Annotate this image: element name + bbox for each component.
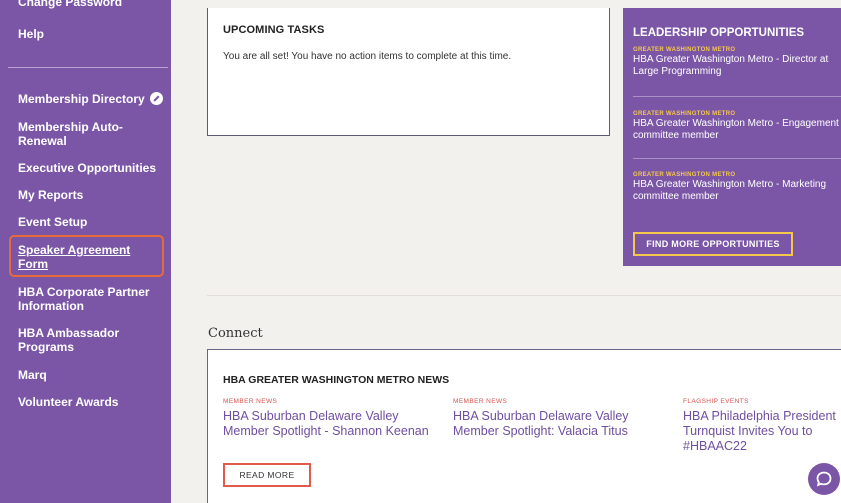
sidebar-item-hba-ambassador-programs[interactable]: HBA Ambassador Programs	[18, 326, 138, 354]
pencil-check-icon	[150, 92, 164, 105]
sidebar-item-change-password[interactable]: Change Password	[18, 0, 168, 9]
sidebar-item-event-setup[interactable]: Event Setup	[18, 215, 168, 229]
opportunity-title: HBA Greater Washington Metro - Marketing…	[633, 179, 827, 202]
opportunity-divider	[633, 96, 841, 97]
sidebar-item-hba-corporate-partner-information[interactable]: HBA Corporate Partner Information	[18, 285, 168, 313]
sidebar-divider	[8, 67, 168, 68]
sidebar-item-marq[interactable]: Marq	[18, 368, 168, 382]
sidebar-item-volunteer-awards[interactable]: Volunteer Awards	[18, 395, 168, 409]
sidebar-item-membership-directory[interactable]: Membership Directory	[18, 92, 168, 106]
sidebar-item-help[interactable]: Help	[18, 27, 168, 41]
sidebar-item-executive-opportunities[interactable]: Executive Opportunities	[18, 161, 168, 175]
chapter-news-title: HBA GREATER WASHINGTON METRO NEWS	[223, 374, 450, 386]
news-category-tag: MEMBER NEWS	[223, 398, 278, 405]
leadership-opportunities-card: LEADERSHIP OPPORTUNITIES GREATER WASHING…	[623, 8, 841, 266]
news-item[interactable]: MEMBER NEWS HBA Suburban Delaware Valley…	[223, 397, 433, 439]
chapter-news-card: HBA GREATER WASHINGTON METRO NEWS MEMBER…	[207, 349, 841, 503]
selection-highlight	[9, 235, 164, 277]
opportunity-chapter-tag: GREATER WASHINGTON METRO	[633, 111, 736, 117]
upcoming-tasks-card: UPCOMING TASKS You are all set! You have…	[207, 8, 610, 136]
leadership-opportunity-item[interactable]: GREATER WASHINGTON METRO HBA Greater Was…	[633, 110, 841, 142]
opportunity-title: HBA Greater Washington Metro - Director …	[633, 54, 829, 77]
news-headline-link[interactable]: HBA Philadelphia President Turnquist Inv…	[683, 409, 841, 454]
opportunity-divider	[633, 158, 841, 159]
chat-bubble-icon[interactable]	[808, 463, 840, 495]
sidebar-item-my-reports[interactable]: My Reports	[18, 188, 168, 202]
news-category-tag: FLAGSHIP EVENTS	[683, 398, 749, 405]
sidebar-item-membership-auto-renewal[interactable]: Membership Auto-Renewal	[18, 120, 168, 148]
opportunity-chapter-tag: GREATER WASHINGTON METRO	[633, 47, 736, 53]
upcoming-tasks-message: You are all set! You have no action item…	[223, 51, 512, 62]
read-more-button[interactable]: READ MORE	[223, 463, 311, 487]
opportunity-title: HBA Greater Washington Metro - Engagemen…	[633, 118, 839, 141]
find-more-opportunities-button[interactable]: FIND MORE OPPORTUNITIES	[633, 232, 793, 256]
sidebar-item-label: Membership Directory	[18, 92, 145, 106]
news-item[interactable]: MEMBER NEWS HBA Suburban Delaware Valley…	[453, 397, 653, 439]
news-item[interactable]: FLAGSHIP EVENTS HBA Philadelphia Preside…	[683, 397, 841, 454]
opportunity-chapter-tag: GREATER WASHINGTON METRO	[633, 172, 736, 178]
news-category-tag: MEMBER NEWS	[453, 398, 508, 405]
news-headline-link[interactable]: HBA Suburban Delaware Valley Member Spot…	[453, 409, 653, 439]
section-divider	[207, 295, 841, 296]
leadership-opportunity-item[interactable]: GREATER WASHINGTON METRO HBA Greater Was…	[633, 171, 841, 203]
upcoming-tasks-title: UPCOMING TASKS	[223, 24, 325, 36]
leadership-opportunities-title: LEADERSHIP OPPORTUNITIES	[633, 27, 805, 39]
news-headline-link[interactable]: HBA Suburban Delaware Valley Member Spot…	[223, 409, 433, 439]
leadership-opportunity-item[interactable]: GREATER WASHINGTON METRO HBA Greater Was…	[633, 46, 841, 78]
connect-heading: Connect	[208, 326, 263, 341]
sidebar: Change Password Help Membership Director…	[0, 0, 171, 503]
main-content: UPCOMING TASKS You are all set! You have…	[171, 0, 841, 503]
